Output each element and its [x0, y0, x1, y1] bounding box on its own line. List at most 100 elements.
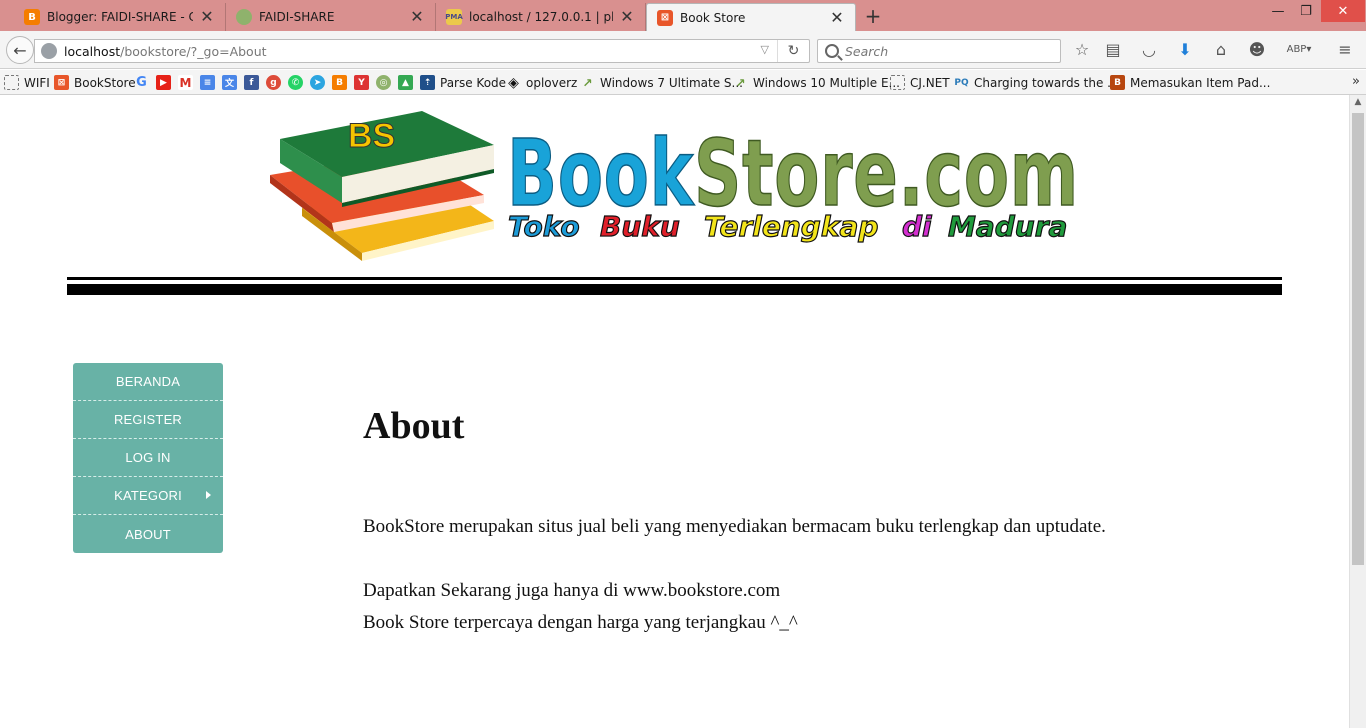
phpmyadmin-icon: PMA — [445, 9, 463, 25]
bookmark-label: Parse Kode — [440, 75, 507, 90]
restore-button[interactable]: ❐ — [1292, 0, 1320, 22]
bookmark-wifi[interactable]: WIFI — [4, 70, 50, 95]
back-button[interactable]: ← — [6, 36, 34, 64]
parse-icon: ⇡ — [420, 75, 435, 90]
url-path: /bookstore/?_go=About — [120, 43, 267, 59]
telegram-icon[interactable]: ➤ — [310, 75, 325, 90]
header-divider-thin — [67, 277, 1282, 280]
oploverz-icon: ◈ — [508, 74, 519, 91]
adblock-icon[interactable]: ABP▾ — [1284, 38, 1314, 60]
bookmark-label: CJ.NET — [910, 75, 950, 90]
search-icon — [825, 44, 839, 58]
close-icon[interactable]: ✕ — [199, 9, 215, 25]
menu-item-about[interactable]: ABOUT — [73, 515, 223, 553]
docs-icon[interactable]: ≡ — [200, 75, 215, 90]
url-host: localhost — [64, 43, 121, 59]
bookmark-label: Windows 10 Multiple E... — [753, 75, 900, 90]
tab-phpmyadmin[interactable]: PMA localhost / 127.0.0.1 | php... ✕ — [436, 3, 646, 31]
minimize-button[interactable]: — — [1264, 0, 1292, 22]
about-tagline: Book Store terpercaya dengan harga yang … — [363, 612, 798, 633]
tagline-word-toko: Toko — [508, 210, 580, 243]
bookmark-star-icon[interactable]: ☆ — [1071, 38, 1093, 60]
tagline-word-di: di — [902, 210, 932, 243]
tab-title: Book Store — [680, 10, 746, 25]
xampp-icon: ⊠ — [54, 75, 69, 90]
tab-strip: B Blogger: FAIDI-SHARE - Cr... ✕ FAIDI-S… — [0, 0, 1366, 31]
home-icon[interactable]: ⌂ — [1210, 38, 1232, 60]
drive-icon[interactable]: ▲ — [398, 75, 413, 90]
page-scrollbar[interactable]: ▲ — [1349, 95, 1366, 728]
tagline-word-madura: Madura — [948, 210, 1067, 243]
bookmark-label: Charging towards the ... — [974, 75, 1119, 90]
bookmark-label: Memasukan Item Pad... — [1130, 75, 1271, 90]
menu-item-kategori[interactable]: KATEGORI — [73, 477, 223, 515]
about-description: BookStore merupakan situs jual beli yang… — [363, 516, 1106, 537]
reading-list-icon[interactable]: ▤ — [1102, 38, 1124, 60]
google-icon[interactable]: G — [134, 75, 149, 90]
window-close-button[interactable]: ✕ — [1321, 0, 1365, 22]
logo-graphic: BS BookStore.com Toko Buku Terlengkap di… — [270, 111, 1079, 261]
scroll-thumb[interactable] — [1352, 113, 1364, 565]
bookmarks-toolbar: WIFI ⊠ BookStore G ▶ M ≡ 文 f g ✆ ➤ B Y ◎… — [0, 70, 1366, 95]
tab-blogger[interactable]: B Blogger: FAIDI-SHARE - Cr... ✕ — [14, 3, 226, 31]
close-icon[interactable]: ✕ — [829, 9, 845, 26]
search-placeholder: Search — [845, 43, 889, 59]
gmail-icon[interactable]: M — [178, 75, 193, 90]
tab-faidi-share[interactable]: FAIDI-SHARE ✕ — [226, 3, 436, 31]
search-input[interactable]: Search — [817, 39, 1061, 63]
tab-title: FAIDI-SHARE — [259, 10, 335, 24]
reload-icon[interactable]: ↻ — [777, 40, 809, 62]
blogger-icon: B — [1110, 75, 1125, 90]
facebook-icon[interactable]: f — [244, 75, 259, 90]
chevron-right-icon[interactable]: » — [1352, 74, 1360, 89]
scroll-up-icon[interactable]: ▲ — [1350, 97, 1366, 111]
bookmark-charging[interactable]: PQ Charging towards the ... — [954, 70, 1119, 95]
pocket-icon[interactable]: ◡ — [1138, 38, 1160, 60]
logo-badge: BS — [348, 117, 395, 155]
web-icon: ↗ — [735, 75, 746, 90]
about-content: About BookStore merupakan situs jual bel… — [363, 403, 1323, 639]
xampp-icon: ⊠ — [657, 9, 673, 26]
translate-icon[interactable]: 文 — [222, 75, 237, 90]
bookmark-parse-kode[interactable]: ⇡ Parse Kode — [420, 70, 506, 95]
site-info-icon[interactable] — [41, 43, 57, 59]
bookmark-cj-net[interactable]: CJ.NET — [890, 70, 950, 95]
header-divider-thick — [67, 284, 1282, 295]
tab-title: localhost / 127.0.0.1 | php... — [469, 10, 613, 24]
close-icon[interactable]: ✕ — [409, 9, 425, 25]
page-title: About — [363, 405, 465, 447]
bookmark-windows-7[interactable]: ↗ Windows 7 Ultimate S... — [580, 70, 743, 95]
bookmark-oploverz[interactable]: ◈ oploverz — [506, 70, 577, 95]
submenu-arrow-icon — [206, 491, 211, 499]
download-icon[interactable]: ⬇ — [1174, 38, 1196, 60]
menu-item-log-in[interactable]: LOG IN — [73, 439, 223, 477]
menu-item-beranda[interactable]: BERANDA — [73, 363, 223, 401]
new-tab-button[interactable]: + — [862, 5, 884, 27]
faidi-icon[interactable]: ◎ — [376, 75, 391, 90]
yahoo-icon[interactable]: Y — [354, 75, 369, 90]
folder-icon — [890, 75, 905, 90]
blogger-icon: B — [24, 9, 40, 25]
bookmark-label: oploverz — [526, 75, 578, 90]
tab-book-store[interactable]: ⊠ Book Store ✕ — [646, 3, 856, 31]
pq-icon: PQ — [954, 77, 969, 88]
menu-icon[interactable]: ≡ — [1334, 38, 1356, 60]
bookmark-label: WIFI — [24, 75, 50, 90]
whatsapp-icon[interactable]: ✆ — [288, 75, 303, 90]
web-page: BS BookStore.com Toko Buku Terlengkap di… — [0, 95, 1349, 728]
bookstore-logo[interactable]: BS BookStore.com Toko Buku Terlengkap di… — [262, 103, 1084, 263]
bookmark-windows-10[interactable]: ↗ Windows 10 Multiple E... — [733, 70, 900, 95]
url-dropdown-icon[interactable]: ▽ — [761, 43, 769, 56]
youtube-icon[interactable]: ▶ — [156, 75, 171, 90]
close-icon[interactable]: ✕ — [619, 9, 635, 25]
blogger-icon[interactable]: B — [332, 75, 347, 90]
menu-item-label: KATEGORI — [114, 488, 182, 503]
bookmark-memasukan[interactable]: B Memasukan Item Pad... — [1110, 70, 1270, 95]
bookmark-bookstore[interactable]: ⊠ BookStore — [54, 70, 136, 95]
chat-icon[interactable]: ☻ — [1246, 38, 1268, 60]
navigation-bar: ← localhost/bookstore/?_go=About ▽ ↻ Sea… — [0, 31, 1366, 69]
google-plus-icon[interactable]: g — [266, 75, 281, 90]
menu-item-register[interactable]: REGISTER — [73, 401, 223, 439]
tagline-word-buku: Buku — [600, 210, 680, 243]
url-bar[interactable]: localhost/bookstore/?_go=About ▽ ↻ — [34, 39, 810, 63]
